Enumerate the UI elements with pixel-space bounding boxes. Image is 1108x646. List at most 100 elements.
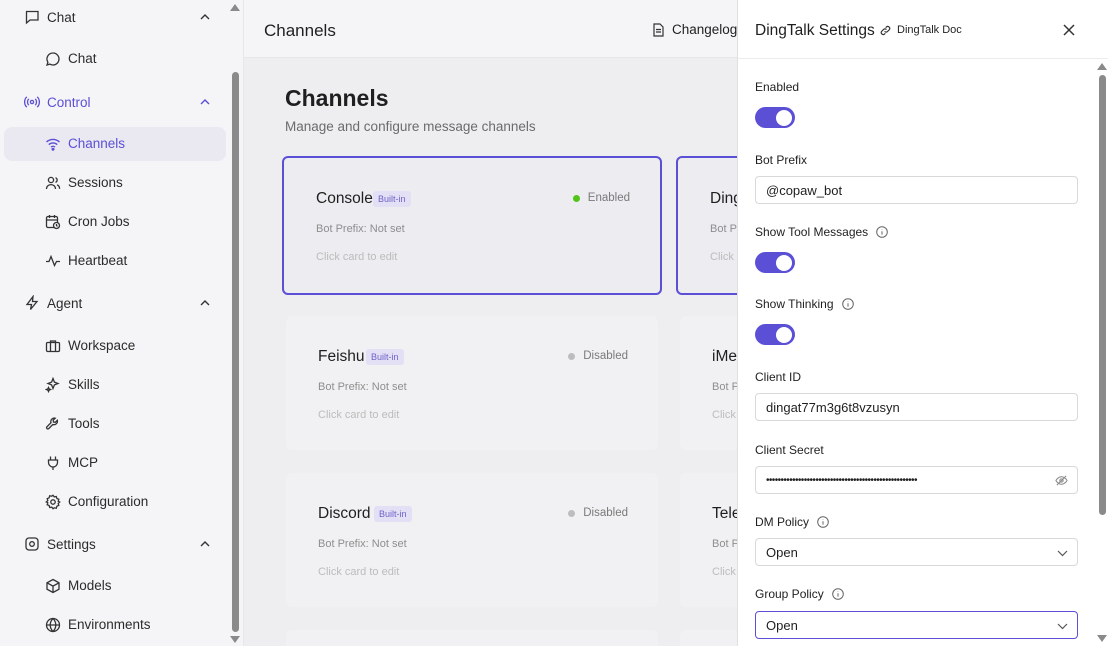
sidebar-item-workspace[interactable]: Workspace <box>4 329 226 363</box>
nav-group-label: Agent <box>47 295 83 311</box>
channel-card-telegram[interactable]: Tele Bot P Click <box>680 473 737 607</box>
activity-icon <box>46 254 60 268</box>
sidebar-scroll-down-arrow[interactable] <box>230 636 240 643</box>
enabled-toggle[interactable] <box>755 107 795 128</box>
page-title: Channels <box>264 21 336 40</box>
bot-prefix-input[interactable]: @copaw_bot <box>755 176 1078 204</box>
panel-scroll-down-arrow[interactable] <box>1097 635 1107 642</box>
show-thinking-toggle[interactable] <box>755 324 795 345</box>
field-label: Client ID <box>755 370 802 384</box>
enabled-label: Enabled <box>755 80 799 94</box>
plug-icon <box>47 456 59 470</box>
dm-policy-label: DM Policy <box>755 515 829 529</box>
show-tool-messages-label: Show Tool Messages <box>755 225 888 239</box>
box-icon <box>46 578 60 594</box>
sidebar-item-models[interactable]: Models <box>4 569 226 603</box>
client-secret-label: Client Secret <box>755 443 824 457</box>
nav-group-label: Chat <box>47 9 76 25</box>
channel-card-dingtalk[interactable]: Ding Bot P Click c <box>676 156 737 295</box>
wifi-icon <box>46 138 60 151</box>
panel-scrollbar-thumb[interactable] <box>1099 75 1106 515</box>
sidebar-item-label: Skills <box>68 377 100 392</box>
channel-card-feishu[interactable]: Feishu Built-in Disabled Bot Prefix: Not… <box>286 316 658 450</box>
bot-prefix-text: Bot P <box>710 223 737 235</box>
status-badge: Disabled <box>568 350 628 362</box>
group-policy-select[interactable]: Open <box>755 611 1078 639</box>
sidebar-item-environments[interactable]: Environments <box>4 608 226 642</box>
dm-policy-select[interactable]: Open <box>755 538 1078 566</box>
eye-off-icon[interactable] <box>1055 474 1068 487</box>
info-icon[interactable] <box>817 516 829 528</box>
nav-group-settings[interactable]: Settings <box>0 528 226 560</box>
edit-hint: Click card to edit <box>318 566 400 578</box>
status-badge: Enabled <box>572 192 630 204</box>
sidebar-item-label: Configuration <box>68 494 149 509</box>
chevron-up-icon[interactable] <box>199 12 211 22</box>
client-id-label: Client ID <box>755 370 801 384</box>
sidebar-item-label: Heartbeat <box>68 253 128 268</box>
sidebar-item-skills[interactable]: Skills <box>4 368 226 402</box>
info-icon[interactable] <box>876 226 888 238</box>
sidebar-scrollbar-thumb[interactable] <box>232 72 239 632</box>
sidebar-item-label: Tools <box>68 416 100 431</box>
sidebar-item-label: Chat <box>68 51 97 66</box>
sidebar-item-channels[interactable]: Channels <box>4 127 226 161</box>
channel-name: Ding <box>710 190 737 207</box>
input-value: dingat77m3g6t8vzusyn <box>766 400 900 415</box>
panel-scroll-up-arrow[interactable] <box>1097 63 1107 70</box>
client-secret-input[interactable]: ••••••••••••••••••••••••••••••••••••••••… <box>755 466 1078 494</box>
panel-title: DingTalk Settings <box>755 22 875 39</box>
channel-name: Feishu <box>318 348 365 365</box>
edit-hint: Click card to edit <box>318 409 400 421</box>
edit-hint: Click c <box>710 251 737 263</box>
field-label: Show Tool Messages <box>755 225 869 239</box>
nav-group-chat[interactable]: Chat <box>0 1 226 33</box>
edit-hint: Click <box>712 409 736 421</box>
info-icon[interactable] <box>831 588 844 600</box>
status-text: Disabled <box>583 350 628 362</box>
close-icon[interactable] <box>1061 22 1077 38</box>
channel-card-partial[interactable] <box>680 630 737 646</box>
changelog-link[interactable]: Changelog <box>652 22 737 37</box>
nav-group-control[interactable]: Control <box>0 86 226 118</box>
sidebar-item-tools[interactable]: Tools <box>4 407 226 441</box>
built-in-badge: Built-in <box>374 506 412 522</box>
settings-icon <box>45 494 61 510</box>
sidebar-item-label: Cron Jobs <box>68 214 130 229</box>
sidebar-item-mcp[interactable]: MCP <box>4 446 226 480</box>
channel-card-discord[interactable]: Discord Built-in Disabled Bot Prefix: No… <box>286 473 658 607</box>
field-label: Enabled <box>755 80 800 94</box>
sidebar-item-heartbeat[interactable]: Heartbeat <box>4 244 226 278</box>
status-dot <box>572 194 580 202</box>
channels-subtitle: Manage and configure message channels <box>285 119 536 134</box>
chevron-up-icon[interactable] <box>199 97 211 107</box>
sidebar-item-label: Environments <box>68 617 151 632</box>
nav-group-agent[interactable]: Agent <box>0 287 226 319</box>
channel-card-console[interactable]: Console Built-in Enabled Bot Prefix: Not… <box>282 156 662 295</box>
channel-card-partial[interactable] <box>286 630 658 646</box>
chevron-up-icon[interactable] <box>199 298 211 308</box>
status-dot <box>568 509 576 517</box>
sidebar-item-chat[interactable]: Chat <box>4 42 226 76</box>
group-policy-label: Group Policy <box>755 587 844 601</box>
sidebar-scroll-up-arrow[interactable] <box>230 4 240 11</box>
chevron-down-icon <box>1057 550 1068 557</box>
bot-prefix-text: Bot Prefix: Not set <box>316 223 405 235</box>
channel-card-imessage[interactable]: iMe Bot P Click <box>680 316 737 450</box>
dingtalk-doc-link[interactable]: DingTalk Doc <box>880 24 962 36</box>
changelog-label: Changelog <box>672 22 738 37</box>
message-circle-icon <box>45 52 60 67</box>
sidebar-item-label: Workspace <box>68 338 136 353</box>
show-tool-messages-toggle[interactable] <box>755 252 795 273</box>
field-label: Group Policy <box>755 587 824 601</box>
bot-prefix-text: Bot P <box>712 538 737 550</box>
channel-name: Discord <box>318 505 371 522</box>
client-id-input[interactable]: dingat77m3g6t8vzusyn <box>755 393 1078 421</box>
info-icon[interactable] <box>841 298 854 310</box>
sidebar-item-sessions[interactable]: Sessions <box>4 166 226 200</box>
chevron-up-icon[interactable] <box>199 539 211 549</box>
field-label: DM Policy <box>755 515 810 529</box>
sidebar-item-configuration[interactable]: Configuration <box>4 485 226 519</box>
sidebar-item-cron-jobs[interactable]: Cron Jobs <box>4 205 226 239</box>
chevron-down-icon <box>1057 623 1068 630</box>
